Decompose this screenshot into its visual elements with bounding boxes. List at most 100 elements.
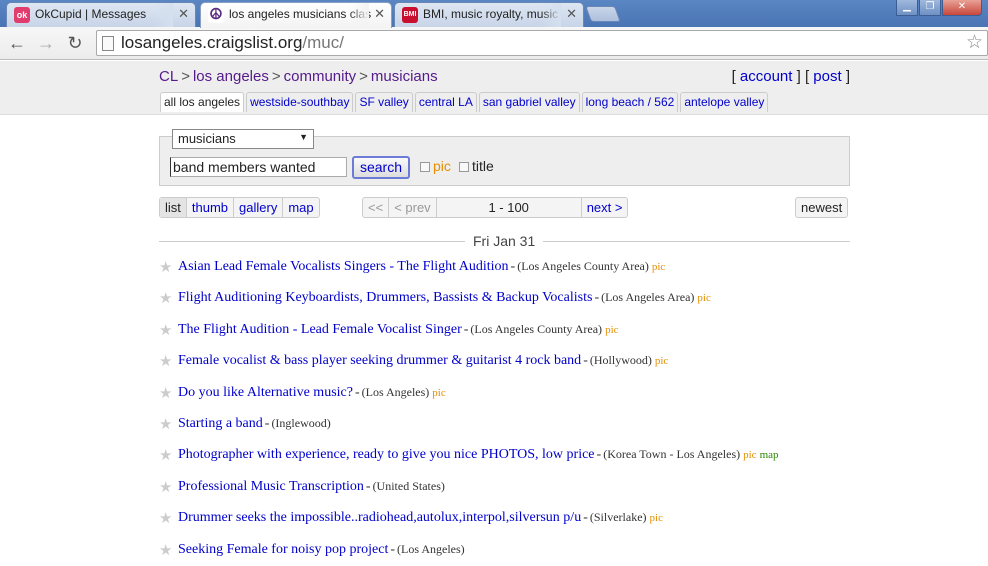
view-thumb-button[interactable]: thumb bbox=[187, 198, 235, 217]
list-item: ★ Photographer with experience, ready to… bbox=[159, 446, 779, 465]
listing-title-link[interactable]: Professional Music Transcription bbox=[178, 479, 364, 494]
listing-title-link[interactable]: Starting a band bbox=[178, 416, 263, 431]
favorite-star-icon[interactable]: ★ bbox=[159, 352, 172, 371]
close-icon[interactable]: ✕ bbox=[178, 6, 189, 22]
date-heading: Fri Jan 31 bbox=[465, 233, 544, 249]
reload-icon[interactable]: ↻ bbox=[63, 32, 87, 54]
breadcrumb-los-angeles[interactable]: los angeles bbox=[193, 68, 269, 85]
browser-toolbar: ← → ↻ losangeles.craigslist.org/muc/ ☆ bbox=[0, 27, 988, 60]
breadcrumb-community[interactable]: community bbox=[284, 68, 357, 85]
favorite-star-icon[interactable]: ★ bbox=[159, 415, 172, 434]
new-tab-button[interactable] bbox=[585, 6, 621, 22]
restore-icon[interactable]: ❐ bbox=[919, 0, 941, 16]
breadcrumb-cl[interactable]: CL bbox=[159, 68, 178, 85]
listing-title-link[interactable]: The Flight Audition - Lead Female Vocali… bbox=[178, 322, 462, 337]
favorite-star-icon[interactable]: ★ bbox=[159, 384, 172, 403]
view-mode-bar: list thumb gallery map bbox=[159, 197, 320, 218]
window-controls: ▁ ❐ ✕ bbox=[896, 0, 982, 16]
view-gallery-button[interactable]: gallery bbox=[234, 198, 284, 217]
pic-tag: pic bbox=[605, 323, 619, 336]
bookmark-star-icon[interactable]: ☆ bbox=[966, 31, 983, 54]
forward-arrow-icon[interactable]: → bbox=[34, 32, 58, 54]
bmi-icon: BMI bbox=[402, 7, 418, 23]
listing-location: (Los Angeles) bbox=[397, 541, 465, 556]
subarea-antelope-valley[interactable]: antelope valley bbox=[680, 92, 769, 112]
sort-newest-button[interactable]: newest bbox=[796, 198, 847, 217]
first-page-button[interactable]: << bbox=[363, 198, 390, 217]
pic-checkbox[interactable] bbox=[420, 162, 430, 172]
listing-location: (Hollywood) bbox=[589, 353, 652, 368]
favorite-star-icon[interactable]: ★ bbox=[159, 289, 172, 308]
listing-location: (Los Angeles) bbox=[361, 384, 430, 399]
listing-title-link[interactable]: Photographer with experience, ready to g… bbox=[178, 447, 595, 462]
url-path: /muc/ bbox=[302, 33, 344, 52]
tab-craigslist[interactable]: ☮ los angeles musicians clas ✕ bbox=[200, 2, 392, 28]
listing-location: (Los Angeles Area) bbox=[601, 290, 695, 305]
post-link[interactable]: post bbox=[813, 68, 841, 85]
title-checkbox[interactable] bbox=[459, 162, 469, 172]
result-range: 1 - 100 bbox=[437, 198, 582, 217]
subarea-westside-southbay[interactable]: westside-southbay bbox=[246, 92, 354, 112]
category-value: musicians bbox=[178, 131, 236, 146]
list-item: ★ Asian Lead Female Vocalists Singers - … bbox=[159, 258, 666, 277]
listing-location: (Silverlake) bbox=[589, 510, 647, 525]
okcupid-icon: ok bbox=[14, 7, 30, 23]
view-list-button[interactable]: list bbox=[160, 198, 187, 217]
pic-tag: pic bbox=[697, 292, 711, 305]
subarea-sf-valley[interactable]: SF valley bbox=[355, 92, 413, 112]
listing-title-link[interactable]: Drummer seeks the impossible..radiohead,… bbox=[178, 510, 581, 525]
view-map-button[interactable]: map bbox=[283, 198, 318, 217]
favorite-star-icon[interactable]: ★ bbox=[159, 541, 172, 560]
listing-title-link[interactable]: Asian Lead Female Vocalists Singers - Th… bbox=[178, 259, 509, 274]
pic-tag: pic bbox=[432, 386, 446, 399]
listing-location: (Los Angeles County Area) bbox=[517, 259, 649, 273]
listing-list: ★ Asian Lead Female Vocalists Singers - … bbox=[159, 258, 859, 566]
favorite-star-icon[interactable]: ★ bbox=[159, 446, 172, 465]
listing-title-link[interactable]: Flight Auditioning Keyboardists, Drummer… bbox=[178, 290, 592, 305]
subarea-central-la[interactable]: central LA bbox=[414, 92, 477, 112]
search-button[interactable]: search bbox=[352, 156, 410, 179]
listing-title-link[interactable]: Female vocalist & bass player seeking dr… bbox=[178, 353, 581, 368]
back-arrow-icon[interactable]: ← bbox=[5, 32, 29, 54]
pic-tag: pic bbox=[654, 355, 669, 368]
favorite-star-icon[interactable]: ★ bbox=[159, 258, 172, 277]
pic-tag: pic bbox=[743, 449, 757, 462]
list-item: ★ Female vocalist & bass player seeking … bbox=[159, 352, 669, 371]
favorite-star-icon[interactable]: ★ bbox=[159, 321, 172, 340]
address-bar[interactable]: losangeles.craigslist.org/muc/ ☆ bbox=[96, 30, 988, 56]
listing-location: (Korea Town - Los Angeles) bbox=[603, 447, 741, 462]
list-item: ★ The Flight Audition - Lead Female Voca… bbox=[159, 321, 619, 340]
pic-checkbox-label: pic bbox=[433, 158, 451, 174]
listing-location: (Los Angeles County Area) bbox=[470, 321, 603, 336]
account-link[interactable]: account bbox=[740, 68, 793, 85]
close-window-icon[interactable]: ✕ bbox=[942, 0, 982, 16]
listing-location: (United States) bbox=[372, 478, 445, 493]
map-link[interactable]: map bbox=[760, 449, 779, 461]
tab-okcupid[interactable]: ok OkCupid | Messages ✕ bbox=[6, 2, 196, 27]
url-host: losangeles.craigslist.org bbox=[121, 33, 303, 52]
search-input[interactable]: band members wanted bbox=[170, 157, 347, 177]
subarea-san-gabriel-valley[interactable]: san gabriel valley bbox=[478, 92, 580, 112]
favorite-star-icon[interactable]: ★ bbox=[159, 509, 172, 528]
category-select[interactable]: musicians ▼ bbox=[172, 129, 314, 149]
subarea-all-los-angeles[interactable]: all los angeles bbox=[160, 92, 245, 112]
prev-page-button[interactable]: < prev bbox=[389, 198, 437, 217]
close-icon[interactable]: ✕ bbox=[374, 6, 385, 22]
minimize-icon[interactable]: ▁ bbox=[896, 0, 918, 16]
list-item: ★ Do you like Alternative music? - (Los An… bbox=[159, 384, 446, 403]
list-item: ★ Starting a band - (Inglewood) bbox=[159, 415, 331, 434]
tab-title: OkCupid | Messages bbox=[35, 7, 147, 21]
list-item: ★ Flight Auditioning Keyboardists, Drumm… bbox=[159, 289, 711, 308]
favorite-star-icon[interactable]: ★ bbox=[159, 478, 172, 497]
tab-title: BMI, music royalty, music bbox=[423, 7, 559, 21]
tab-bmi[interactable]: BMI BMI, music royalty, music ✕ bbox=[394, 2, 584, 27]
next-page-button[interactable]: next > bbox=[582, 198, 628, 217]
close-icon[interactable]: ✕ bbox=[566, 6, 577, 22]
listing-title-link[interactable]: Do you like Alternative music? bbox=[178, 385, 353, 400]
list-item: ★ Seeking Female for noisy pop project -(… bbox=[159, 541, 465, 560]
subarea-long-beach[interactable]: long beach / 562 bbox=[581, 92, 679, 112]
page-icon bbox=[102, 36, 114, 51]
breadcrumb-musicians[interactable]: musicians bbox=[371, 68, 438, 85]
listing-title-link[interactable]: Seeking Female for noisy pop project bbox=[178, 542, 388, 557]
sort-bar: newest bbox=[795, 197, 849, 218]
